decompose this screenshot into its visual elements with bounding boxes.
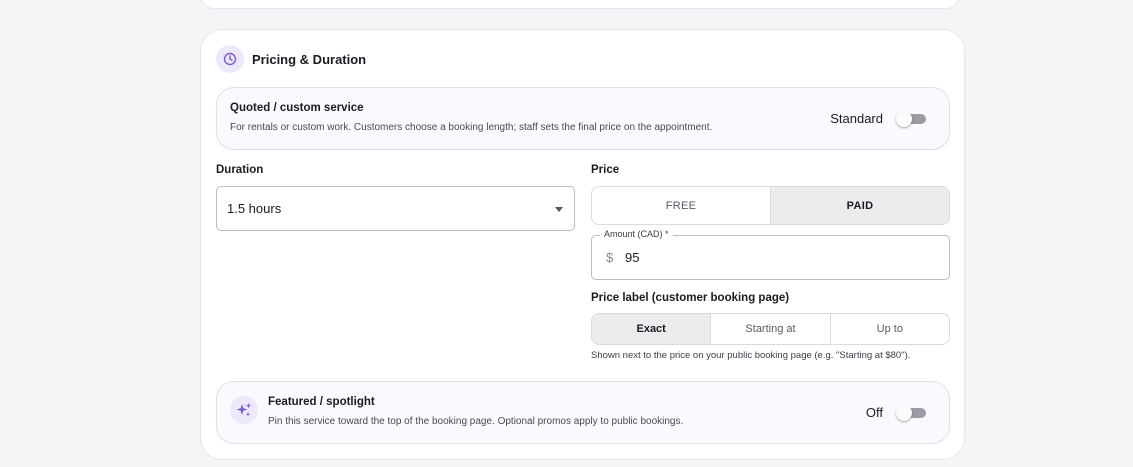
price-label-option-up-to[interactable]: Up to [829, 314, 949, 344]
price-label: Price [591, 164, 620, 176]
amount-label: Amount (CAD) * [600, 229, 673, 239]
quoted-title: Quoted / custom service [230, 102, 364, 114]
price-label-option-starting-at[interactable]: Starting at [710, 314, 829, 344]
quoted-toggle-label: Standard [830, 111, 883, 126]
featured-description: Pin this service toward the top of the b… [268, 416, 684, 427]
duration-value: 1.5 hours [227, 201, 282, 216]
duration-select[interactable]: 1.5 hours [216, 186, 575, 231]
featured-toggle-group: Off [865, 404, 926, 421]
section-header: Pricing & Duration [216, 45, 366, 73]
section-title: Pricing & Duration [252, 51, 367, 67]
sparkles-icon [230, 396, 258, 424]
previous-card [200, 0, 960, 9]
currency-prefix: $ [606, 250, 614, 265]
featured-toggle-switch[interactable] [896, 404, 926, 421]
quoted-description: For rentals or custom work. Customers ch… [230, 122, 713, 133]
amount-value: 95 [625, 250, 640, 265]
featured-title: Featured / spotlight [268, 396, 375, 408]
caret-down-icon [555, 207, 563, 212]
duration-label: Duration [216, 164, 264, 176]
amount-input[interactable]: Amount (CAD) * $ 95 [591, 229, 950, 280]
quoted-toggle-group: Standard [830, 110, 926, 127]
price-option-paid[interactable]: PAID [770, 187, 949, 224]
price-option-free[interactable]: FREE [592, 187, 770, 224]
price-label-helper: Shown next to the price on your public b… [591, 350, 911, 361]
quoted-service-box: Quoted / custom service For rentals or c… [216, 87, 950, 150]
price-label-option-exact[interactable]: Exact [592, 314, 711, 344]
price-toggle-group: FREE PAID [591, 186, 950, 225]
quoted-toggle-switch[interactable] [896, 110, 926, 127]
price-label-toggle-group: Exact Starting at Up to [591, 313, 950, 345]
pricing-duration-card: Pricing & Duration Quoted / custom servi… [200, 29, 965, 460]
toggle-knob [896, 404, 912, 421]
price-label-heading: Price label (customer booking page) [591, 292, 790, 304]
featured-toggle-label: Off [865, 405, 883, 420]
featured-box: Featured / spotlight Pin this service to… [216, 381, 950, 444]
clock-icon [216, 45, 244, 73]
toggle-knob [896, 110, 912, 127]
